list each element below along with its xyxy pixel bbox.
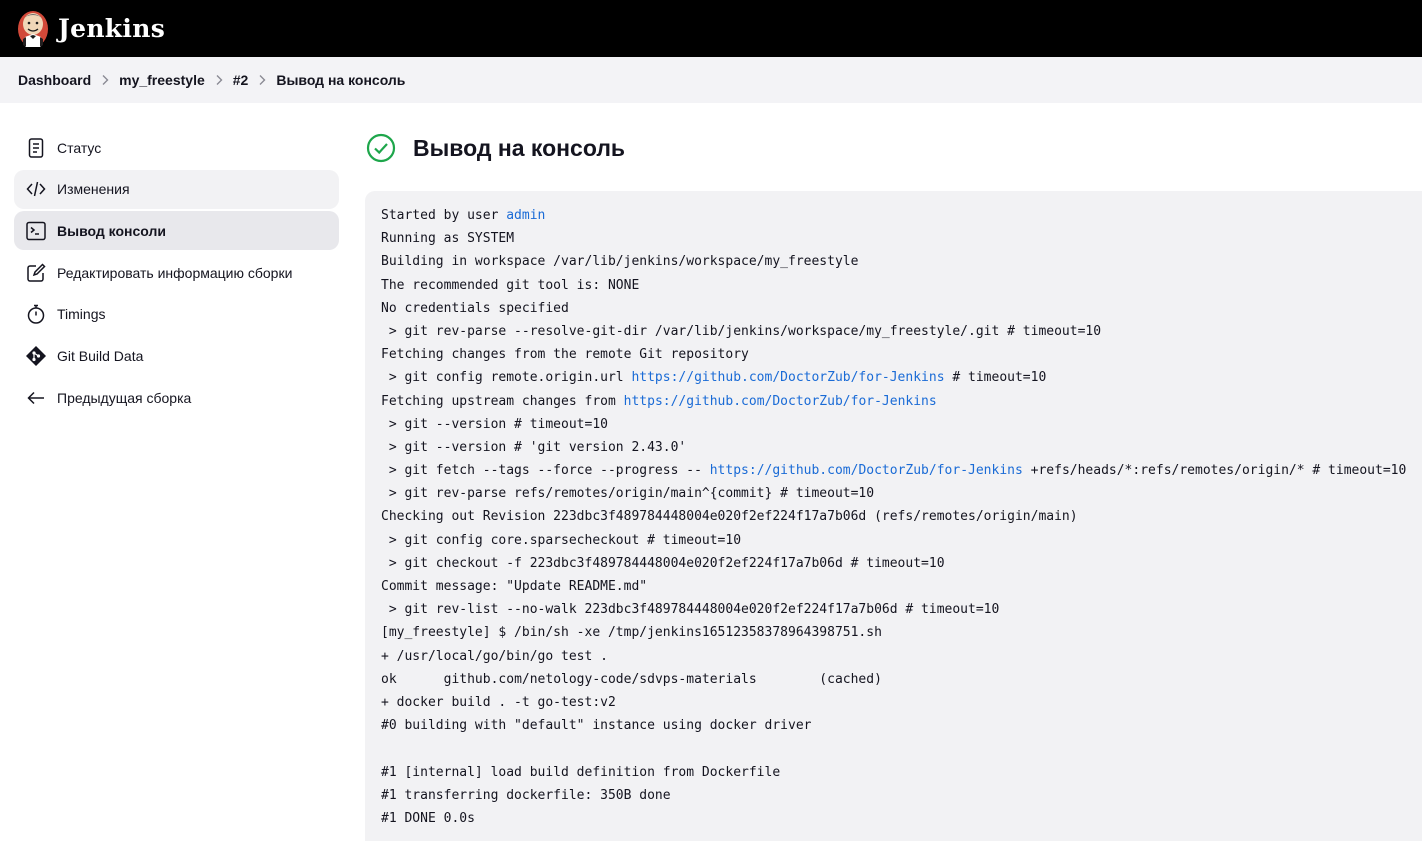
console-text: # timeout=10 — [944, 370, 1047, 386]
console-line: Started by user admin — [381, 204, 1422, 227]
sidebar-item-label: Timings — [57, 306, 106, 323]
page-header: Вывод на консоль — [366, 130, 625, 166]
console-line: > git config core.sparsecheckout # timeo… — [381, 529, 1422, 552]
console-text: #1 [internal] load build definition from… — [381, 764, 781, 780]
sidebar-item-label: Редактировать информацию сборки — [57, 264, 293, 281]
console-line: Fetching changes from the remote Git rep… — [381, 343, 1422, 366]
breadcrumb-dashboard[interactable]: Dashboard — [18, 72, 91, 88]
console-text: #0 building with "default" instance usin… — [381, 718, 812, 734]
sidebar-item-status[interactable]: Статус — [14, 128, 339, 167]
console-text: > git fetch --tags --force --progress -- — [381, 463, 710, 479]
console-line: + docker build . -t go-test:v2 — [381, 691, 1422, 714]
console-line: > git config remote.origin.url https://g… — [381, 366, 1422, 389]
console-text: > git --version # 'git version 2.43.0' — [381, 439, 687, 455]
console-line: > git --version # timeout=10 — [381, 413, 1422, 436]
console-line: #1 [internal] load build definition from… — [381, 761, 1422, 784]
console-line: > git checkout -f 223dbc3f489784448004e0… — [381, 552, 1422, 575]
breadcrumb-job[interactable]: my_freestyle — [119, 72, 205, 88]
jenkins-butler-icon — [18, 10, 48, 47]
sidebar-item-label: Статус — [57, 139, 102, 156]
terminal-icon — [24, 219, 48, 243]
console-text: > git config core.sparsecheckout # timeo… — [381, 532, 742, 548]
success-check-icon — [366, 133, 396, 163]
console-text: Fetching changes from the remote Git rep… — [381, 347, 749, 363]
console-line: [my_freestyle] $ /bin/sh -xe /tmp/jenkin… — [381, 621, 1422, 644]
console-text: Fetching upstream changes from — [381, 393, 624, 409]
console-text: Commit message: "Update README.md" — [381, 579, 648, 594]
console-output[interactable]: Started by user admin Running as SYSTEM Bu… — [365, 191, 1422, 841]
top-header: Jenkins — [0, 0, 1422, 57]
console-line: Running as SYSTEM — [381, 227, 1422, 250]
console-text: Checking out Revision 223dbc3f4897844480… — [381, 509, 1078, 525]
console-link[interactable]: https://github.com/DoctorZub/for-Jenkins — [631, 370, 944, 385]
page-title: Вывод на консоль — [413, 134, 626, 161]
chevron-right-icon — [91, 74, 119, 86]
console-line: The recommended git tool is: NONE — [381, 274, 1422, 297]
breadcrumb-console[interactable]: Вывод на консоль — [276, 72, 405, 88]
console-line: Building in workspace /var/lib/jenkins/w… — [381, 250, 1422, 273]
console-text: ok github.com/netology-code/sdvps-materi… — [381, 671, 882, 687]
console-text: Running as SYSTEM — [381, 231, 515, 247]
console-text: The recommended git tool is: NONE — [381, 277, 640, 293]
console-text: > git --version # timeout=10 — [381, 416, 608, 432]
console-text: > git config remote.origin.url — [381, 370, 632, 386]
console-text: > git rev-parse refs/remotes/origin/main… — [381, 486, 875, 502]
console-line: Checking out Revision 223dbc3f4897844480… — [381, 505, 1422, 528]
console-link[interactable]: https://github.com/DoctorZub/for-Jenkins — [710, 463, 1023, 478]
console-line: > git fetch --tags --force --progress --… — [381, 459, 1422, 482]
sidebar-item-label: Предыдущая сборка — [57, 389, 192, 406]
sidebar-item-edit-build-info[interactable]: Редактировать информацию сборки — [14, 253, 339, 292]
console-text: Building in workspace /var/lib/jenkins/w… — [381, 254, 859, 270]
console-line: #0 building with "default" instance usin… — [381, 714, 1422, 737]
console-text: Started by user — [381, 208, 507, 223]
console-line: #1 transferring dockerfile: 350B done — [381, 784, 1422, 807]
console-text: #1 transferring dockerfile: 350B done — [381, 787, 671, 803]
console-link[interactable]: https://github.com/DoctorZub/for-Jenkins — [624, 394, 937, 409]
edit-icon — [24, 261, 48, 285]
sidebar-item-timings[interactable]: Timings — [14, 295, 339, 334]
breadcrumb-build[interactable]: #2 — [233, 72, 249, 88]
sidebar-item-changes[interactable]: Изменения — [14, 169, 339, 209]
console-text: + /usr/local/go/bin/go test . — [381, 648, 608, 664]
console-text: +refs/heads/*:refs/remotes/origin/* # ti… — [1022, 463, 1407, 479]
sidebar-item-git-build-data[interactable]: Git Build Data — [14, 336, 339, 375]
sidebar-item-label: Изменения — [57, 181, 130, 198]
console-line: > git --version # 'git version 2.43.0' — [381, 436, 1422, 459]
sidebar-item-console-output[interactable]: Вывод консоли — [14, 211, 339, 251]
console-link[interactable]: admin — [506, 208, 545, 223]
sidebar-item-previous-build[interactable]: Предыдущая сборка — [14, 378, 339, 417]
arrow-left-icon — [24, 386, 48, 410]
stopwatch-icon — [24, 302, 48, 326]
console-line: #1 DONE 0.0s — [381, 807, 1422, 830]
code-icon — [24, 177, 48, 201]
git-icon — [24, 344, 48, 368]
console-line: Fetching upstream changes from https://g… — [381, 390, 1422, 413]
console-text: > git rev-list --no-walk 223dbc3f4897844… — [381, 602, 1000, 618]
console-text: No credentials specified — [381, 300, 569, 316]
jenkins-home-link[interactable]: Jenkins — [0, 0, 165, 57]
document-icon — [24, 136, 48, 160]
console-text: + docker build . -t go-test:v2 — [381, 694, 616, 710]
app-title[interactable]: Jenkins — [58, 14, 165, 43]
console-line: > git rev-list --no-walk 223dbc3f4897844… — [381, 598, 1422, 621]
chevron-right-icon — [205, 74, 233, 86]
sidebar: Статус Изменения Вывод консоли Редактиро… — [14, 128, 339, 420]
chevron-right-icon — [248, 74, 276, 86]
console-text: #1 DONE 0.0s — [381, 810, 475, 826]
sidebar-item-label: Вывод консоли — [57, 222, 166, 239]
console-line: > git rev-parse --resolve-git-dir /var/l… — [381, 320, 1422, 343]
sidebar-item-label: Git Build Data — [57, 347, 144, 364]
console-line: > git rev-parse refs/remotes/origin/main… — [381, 482, 1422, 505]
console-line: + /usr/local/go/bin/go test . — [381, 645, 1422, 668]
console-text: [my_freestyle] $ /bin/sh -xe /tmp/jenkin… — [381, 625, 882, 641]
console-text: > git rev-parse --resolve-git-dir /var/l… — [381, 323, 1102, 339]
console-line: ok github.com/netology-code/sdvps-materi… — [381, 668, 1422, 691]
breadcrumb: Dashboard my_freestyle #2 Вывод на консо… — [0, 57, 1422, 103]
console-line: Commit message: "Update README.md" — [381, 575, 1422, 598]
console-text: > git checkout -f 223dbc3f489784448004e0… — [381, 555, 945, 571]
console-line: No credentials specified — [381, 297, 1422, 320]
